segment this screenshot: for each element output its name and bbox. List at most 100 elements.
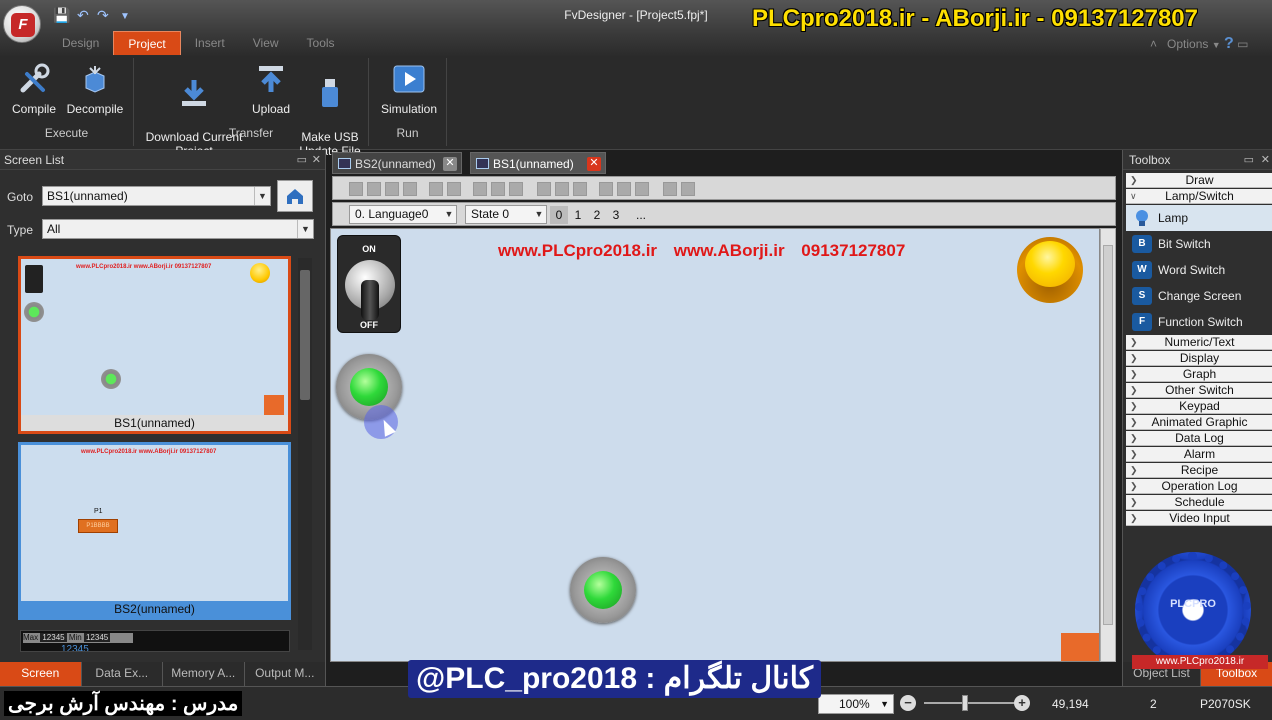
close-panel-icon[interactable]: ✕ xyxy=(312,153,321,166)
screen-list-scrollbar[interactable] xyxy=(298,258,312,650)
flip-vertical-icon[interactable] xyxy=(617,182,631,196)
same-size-icon[interactable] xyxy=(509,182,523,196)
language-state-toolbar: 0. Language0 ▼ State 0 ▼ 0 1 2 3 ... xyxy=(332,202,1116,226)
tab-insert[interactable]: Insert xyxy=(181,31,239,55)
ungroup-icon[interactable] xyxy=(447,182,461,196)
zoom-slider-track[interactable] xyxy=(924,702,1014,704)
toolbox-category-display[interactable]: ❯ Display xyxy=(1126,351,1272,366)
home-button[interactable] xyxy=(277,180,313,212)
toolbox-category-keypad[interactable]: ❯ Keypad xyxy=(1126,399,1272,414)
instructor-caption: مدرس : مهندس آرش برجی xyxy=(4,691,243,716)
toolbox-item-change-screen[interactable]: S Change Screen xyxy=(1126,283,1272,309)
tab-output-message[interactable]: Output M... xyxy=(244,662,326,686)
editor-tab-bs1[interactable]: BS1(unnamed) ✕ xyxy=(470,152,606,174)
close-panel-icon[interactable]: ✕ xyxy=(1261,153,1270,166)
thumb-canvas: www.PLCpro2018.ir www.ABorji.ir 09137127… xyxy=(21,445,288,601)
zoom-select[interactable]: 100% ▼ xyxy=(818,694,894,714)
align-right-icon[interactable] xyxy=(385,182,399,196)
state-2-button[interactable]: 2 xyxy=(588,206,606,224)
close-icon[interactable]: ✕ xyxy=(443,157,457,171)
goto-select[interactable]: BS1(unnamed) ▼ xyxy=(42,186,271,206)
state-3-button[interactable]: 3 xyxy=(607,206,625,224)
toolbox-category-alarm[interactable]: ❯ Alarm xyxy=(1126,447,1272,462)
rotate-icon[interactable] xyxy=(635,182,649,196)
lamp-icon xyxy=(1132,209,1152,227)
zoom-icon[interactable] xyxy=(663,182,677,196)
zoom-in-icon[interactable]: + xyxy=(1014,695,1030,711)
close-icon[interactable]: ✕ xyxy=(587,157,601,171)
toolbox-item-word-switch[interactable]: W Word Switch xyxy=(1126,257,1272,283)
screen-thumb-bs2[interactable]: www.PLCpro2018.ir www.ABorji.ir 09137127… xyxy=(18,442,291,620)
editor-tab-bs2[interactable]: BS2(unnamed) ✕ xyxy=(332,152,462,174)
flip-horizontal-icon[interactable] xyxy=(599,182,613,196)
download-current-project-button[interactable]: Download Current Project xyxy=(142,58,246,158)
distribute-horizontal-icon[interactable] xyxy=(537,182,551,196)
options-menu[interactable]: ˄ Options ▼ ? ▭ xyxy=(1150,35,1248,53)
lock-icon[interactable] xyxy=(681,182,695,196)
toolbox-category-lamp-switch[interactable]: ∨ Lamp/Switch xyxy=(1126,189,1272,204)
pin-icon[interactable]: ▭ xyxy=(297,153,307,166)
zoom-slider-thumb[interactable] xyxy=(962,695,968,711)
toolbox-category-graph[interactable]: ❯ Graph xyxy=(1126,367,1272,382)
compile-button[interactable]: Compile xyxy=(6,58,62,116)
lamp-object-2[interactable] xyxy=(570,557,636,623)
tab-design[interactable]: Design xyxy=(48,31,113,55)
toolbox-category-video-input[interactable]: ❯ Video Input xyxy=(1126,511,1272,526)
distribute-vertical-icon[interactable] xyxy=(555,182,569,196)
toolbox-category-operation-log[interactable]: ❯ Operation Log xyxy=(1126,479,1272,494)
chevron-right-icon: ❯ xyxy=(1130,337,1138,347)
toolbox-category-animated-graphic[interactable]: ❯ Animated Graphic xyxy=(1126,415,1272,430)
toggle-switch-object[interactable]: ON OFF xyxy=(337,235,401,333)
toolbox-category-draw[interactable]: ❯ Draw xyxy=(1126,173,1272,188)
toolbox-category-data-log[interactable]: ❯ Data Log xyxy=(1126,431,1272,446)
language-select[interactable]: 0. Language0 ▼ xyxy=(349,205,457,224)
align-center-icon[interactable] xyxy=(367,182,381,196)
minimize-ribbon-icon[interactable]: ▭ xyxy=(1237,37,1248,51)
category-label: Draw xyxy=(1185,173,1214,187)
toolbox-item-function-switch[interactable]: F Function Switch xyxy=(1126,309,1272,335)
tab-memory-allocation[interactable]: Memory A... xyxy=(163,662,245,686)
make-usb-update-file-button[interactable]: Make USB Update File xyxy=(296,58,364,158)
toolbox-category-other-switch[interactable]: ❯ Other Switch xyxy=(1126,383,1272,398)
tab-project[interactable]: Project xyxy=(113,31,181,55)
group-icon[interactable] xyxy=(429,182,443,196)
scrollbar-thumb[interactable] xyxy=(1103,245,1113,625)
center-icon[interactable] xyxy=(573,182,587,196)
decompile-button[interactable]: Decompile xyxy=(64,58,126,116)
screen-canvas[interactable]: www.PLCpro2018.ir www.ABorji.ir 09137127… xyxy=(330,228,1100,662)
state-0-button[interactable]: 0 xyxy=(550,206,568,224)
tab-screen[interactable]: Screen xyxy=(0,662,82,686)
simulation-button[interactable]: Simulation xyxy=(377,58,441,116)
collapse-ribbon-icon[interactable]: ˄ xyxy=(1150,37,1157,51)
state-1-button[interactable]: 1 xyxy=(569,206,587,224)
pin-icon[interactable]: ▭ xyxy=(1244,153,1254,166)
toolbox-category-recipe[interactable]: ❯ Recipe xyxy=(1126,463,1272,478)
canvas-vertical-scrollbar[interactable] xyxy=(1100,228,1116,662)
tab-view[interactable]: View xyxy=(239,31,293,55)
toolbox-item-lamp[interactable]: Lamp xyxy=(1126,205,1272,231)
help-icon[interactable]: ? xyxy=(1224,35,1234,52)
bit-switch-icon: B xyxy=(1132,235,1152,253)
tab-data-exchange[interactable]: Data Ex... xyxy=(81,662,163,686)
screen-thumb-bs1[interactable]: www.PLCpro2018.ir www.ABorji.ir 09137127… xyxy=(18,256,291,434)
toolbox-item-bit-switch[interactable]: B Bit Switch xyxy=(1126,231,1272,257)
upload-button[interactable]: Upload xyxy=(248,58,294,116)
toolbox-category-schedule[interactable]: ❯ Schedule xyxy=(1126,495,1272,510)
chevron-right-icon: ❯ xyxy=(1130,385,1138,395)
chevron-right-icon: ❯ xyxy=(1130,465,1138,475)
yellow-pushbutton-object[interactable] xyxy=(1017,237,1083,303)
screen-thumb-3[interactable]: Max 12345 Min 12345 12345 xyxy=(20,630,290,652)
align-top-icon[interactable] xyxy=(403,182,417,196)
zoom-out-icon[interactable]: − xyxy=(900,695,916,711)
type-select[interactable]: All ▼ xyxy=(42,219,314,239)
send-back-icon[interactable] xyxy=(491,182,505,196)
scrollbar-thumb[interactable] xyxy=(300,270,310,400)
state-select[interactable]: State 0 ▼ xyxy=(465,205,547,224)
toolbox-category-numeric-text[interactable]: ❯ Numeric/Text xyxy=(1126,335,1272,350)
bring-front-icon[interactable] xyxy=(473,182,487,196)
alignment-toolbar xyxy=(332,176,1116,200)
fvdesigner-window: F 💾 ↶ ↷ ▼ FvDesigner - [Project5.fpj*] P… xyxy=(0,0,1272,720)
more-states-button[interactable]: ... xyxy=(632,206,650,224)
align-left-icon[interactable] xyxy=(349,182,363,196)
tab-tools[interactable]: Tools xyxy=(293,31,349,55)
